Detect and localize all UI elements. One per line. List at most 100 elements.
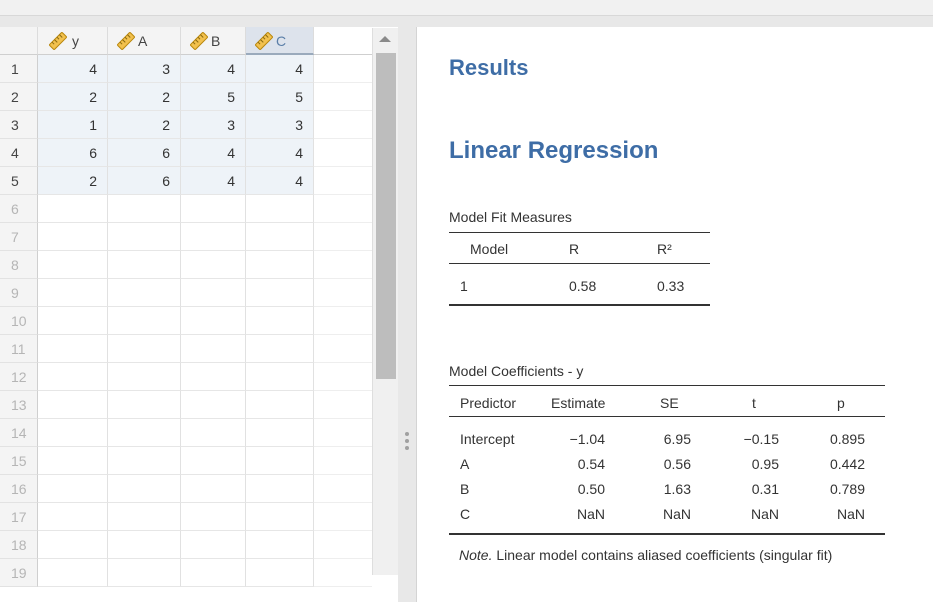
data-cell[interactable] [108, 335, 181, 363]
row-number[interactable]: 9 [0, 279, 38, 307]
row-number[interactable]: 6 [0, 195, 38, 223]
data-cell[interactable]: 4 [181, 167, 246, 195]
data-cell[interactable]: 3 [181, 111, 246, 139]
data-cell[interactable] [246, 195, 314, 223]
data-cell[interactable] [181, 335, 246, 363]
data-cell[interactable] [108, 475, 181, 503]
data-cell[interactable] [38, 475, 108, 503]
row-number[interactable]: 2 [0, 83, 38, 111]
data-cell[interactable] [246, 307, 314, 335]
data-cell[interactable]: 4 [38, 55, 108, 83]
data-cell[interactable]: 2 [38, 83, 108, 111]
row-number[interactable]: 17 [0, 503, 38, 531]
data-cell[interactable] [108, 447, 181, 475]
data-cell[interactable]: 4 [246, 55, 314, 83]
data-cell[interactable] [181, 531, 246, 559]
data-cell[interactable] [38, 419, 108, 447]
data-cell[interactable] [38, 559, 108, 587]
data-cell[interactable] [181, 503, 246, 531]
data-cell[interactable]: 4 [246, 139, 314, 167]
data-cell[interactable] [246, 419, 314, 447]
row-number[interactable]: 11 [0, 335, 38, 363]
row-number[interactable]: 3 [0, 111, 38, 139]
data-cell[interactable] [38, 195, 108, 223]
row-number[interactable]: 19 [0, 559, 38, 587]
data-cell[interactable] [108, 279, 181, 307]
row-number[interactable]: 12 [0, 363, 38, 391]
data-cell[interactable] [108, 559, 181, 587]
data-cell[interactable] [246, 279, 314, 307]
data-cell[interactable] [246, 531, 314, 559]
data-cell[interactable] [38, 363, 108, 391]
data-cell[interactable] [38, 223, 108, 251]
data-cell[interactable]: 3 [108, 55, 181, 83]
data-cell[interactable] [38, 391, 108, 419]
data-cell[interactable] [108, 195, 181, 223]
row-number[interactable]: 5 [0, 167, 38, 195]
data-cell[interactable]: 4 [246, 167, 314, 195]
data-cell[interactable] [181, 279, 246, 307]
data-spreadsheet[interactable]: y A B C 1 4 3 4 4 2 2 2 5 5 3 1 2 3 3 4 6 6 4 4 5 2 6 4 4 6 7 8 9 10 11 12 1… [0, 27, 398, 602]
column-header-C[interactable]: C [246, 27, 314, 55]
row-number[interactable]: 16 [0, 475, 38, 503]
splitter-grip-icon[interactable] [405, 446, 409, 450]
sheet-corner[interactable] [0, 27, 38, 55]
data-cell[interactable] [246, 503, 314, 531]
row-number[interactable]: 4 [0, 139, 38, 167]
data-cell[interactable]: 3 [246, 111, 314, 139]
data-cell[interactable] [181, 307, 246, 335]
splitter-grip-icon[interactable] [405, 439, 409, 443]
data-cell[interactable]: 4 [181, 139, 246, 167]
row-number[interactable]: 14 [0, 419, 38, 447]
column-header-B[interactable]: B [181, 27, 246, 55]
data-cell[interactable]: 6 [108, 167, 181, 195]
scrollbar-thumb[interactable] [376, 53, 396, 379]
data-cell[interactable] [38, 279, 108, 307]
data-cell[interactable]: 1 [38, 111, 108, 139]
row-number[interactable]: 18 [0, 531, 38, 559]
data-cell[interactable] [108, 363, 181, 391]
data-cell[interactable]: 5 [246, 83, 314, 111]
row-number[interactable]: 7 [0, 223, 38, 251]
data-cell[interactable] [38, 503, 108, 531]
data-cell[interactable] [181, 559, 246, 587]
data-cell[interactable]: 2 [108, 83, 181, 111]
row-number[interactable]: 13 [0, 391, 38, 419]
data-cell[interactable] [246, 559, 314, 587]
data-cell[interactable] [181, 251, 246, 279]
data-cell[interactable] [38, 447, 108, 475]
data-cell[interactable] [38, 307, 108, 335]
data-cell[interactable]: 4 [181, 55, 246, 83]
data-cell[interactable] [181, 447, 246, 475]
data-cell[interactable] [108, 419, 181, 447]
row-number[interactable]: 10 [0, 307, 38, 335]
data-cell[interactable] [181, 419, 246, 447]
data-cell[interactable] [181, 391, 246, 419]
row-number[interactable]: 1 [0, 55, 38, 83]
data-cell[interactable] [108, 531, 181, 559]
data-cell[interactable] [108, 391, 181, 419]
data-cell[interactable]: 6 [38, 139, 108, 167]
data-cell[interactable] [246, 251, 314, 279]
data-cell[interactable] [38, 335, 108, 363]
splitter-grip-icon[interactable] [405, 432, 409, 436]
data-cell[interactable] [181, 195, 246, 223]
data-cell[interactable]: 5 [181, 83, 246, 111]
data-cell[interactable] [108, 307, 181, 335]
data-cell[interactable] [38, 251, 108, 279]
data-cell[interactable] [108, 251, 181, 279]
data-cell[interactable]: 2 [108, 111, 181, 139]
row-number[interactable]: 15 [0, 447, 38, 475]
data-cell[interactable] [108, 503, 181, 531]
column-header-A[interactable]: A [108, 27, 181, 55]
data-cell[interactable] [246, 335, 314, 363]
data-cell[interactable] [181, 475, 246, 503]
column-header-y[interactable]: y [38, 27, 108, 55]
data-cell[interactable] [38, 531, 108, 559]
data-cell[interactable] [246, 363, 314, 391]
data-cell[interactable] [108, 223, 181, 251]
data-cell[interactable] [246, 223, 314, 251]
row-number[interactable]: 8 [0, 251, 38, 279]
data-cell[interactable] [246, 447, 314, 475]
data-cell[interactable] [246, 391, 314, 419]
